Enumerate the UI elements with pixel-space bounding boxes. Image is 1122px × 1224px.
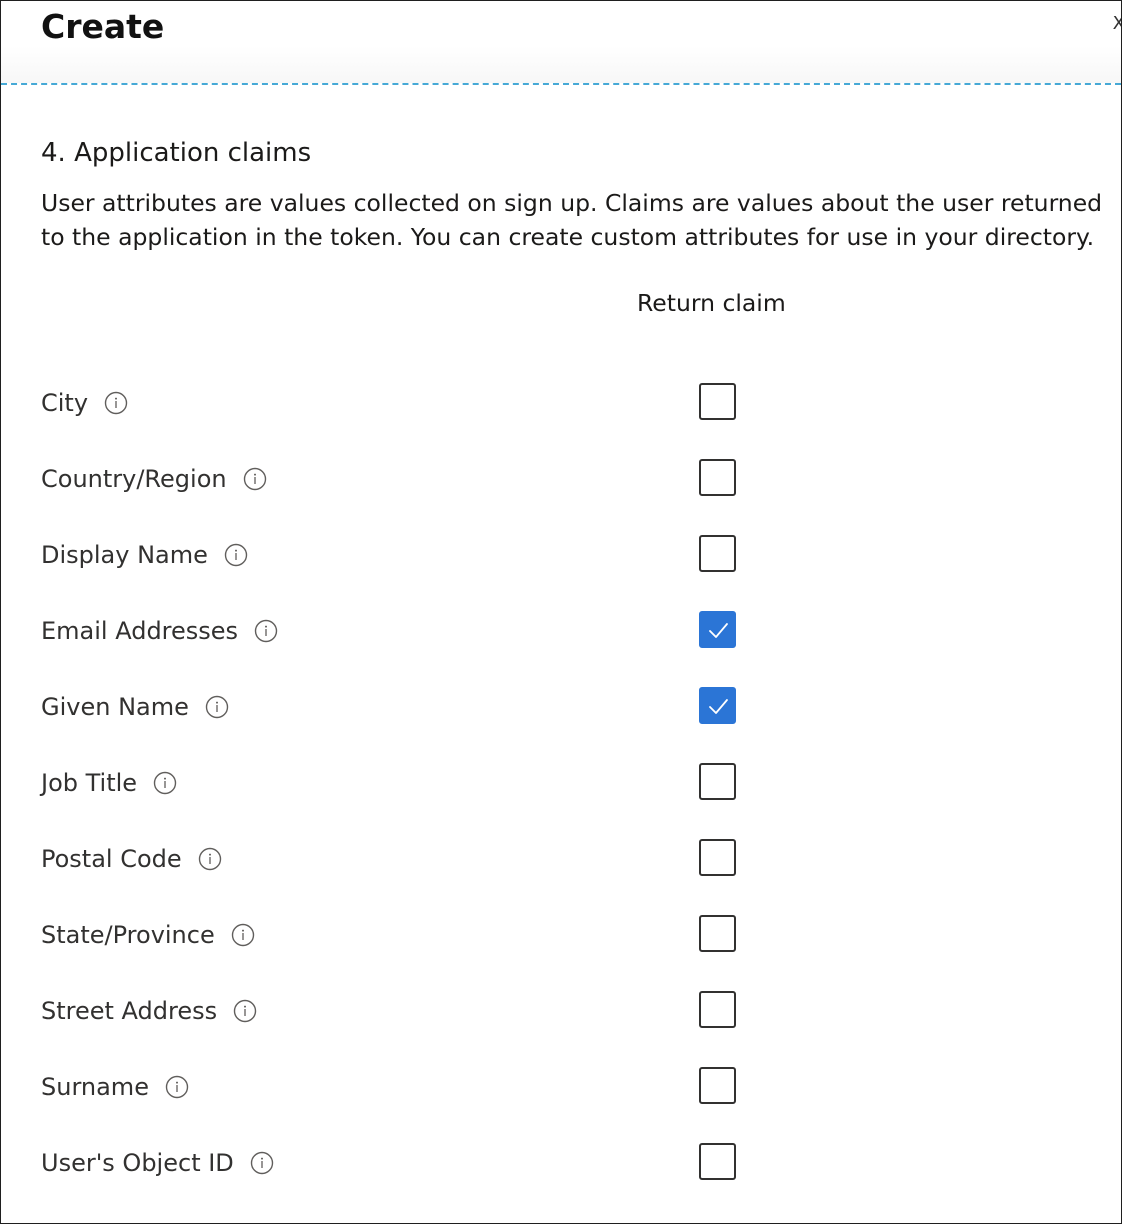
page-title: Create	[41, 7, 165, 46]
claim-row: City	[1, 373, 1121, 433]
claim-row: Email Addresses	[1, 601, 1121, 661]
claim-row: Given Name	[1, 677, 1121, 737]
info-icon[interactable]	[233, 999, 257, 1023]
checkmark-icon	[709, 699, 728, 714]
return-claim-checkbox[interactable]	[699, 1143, 736, 1180]
info-icon[interactable]	[205, 695, 229, 719]
claim-label-group: User's Object ID	[41, 1133, 274, 1193]
return-claim-checkbox[interactable]	[699, 687, 736, 724]
claim-label: State/Province	[41, 921, 215, 949]
return-claim-checkbox[interactable]	[699, 991, 736, 1028]
return-claim-checkbox[interactable]	[699, 1067, 736, 1104]
claim-label-group: Given Name	[41, 677, 229, 737]
claim-label: Postal Code	[41, 845, 182, 873]
claim-label-group: Display Name	[41, 525, 248, 585]
return-claim-column-header: Return claim	[637, 289, 786, 317]
info-icon[interactable]	[254, 619, 278, 643]
return-claim-checkbox[interactable]	[699, 839, 736, 876]
claim-label: Surname	[41, 1073, 149, 1101]
checkmark-icon	[709, 623, 728, 638]
info-icon[interactable]	[198, 847, 222, 871]
return-claim-checkbox[interactable]	[699, 611, 736, 648]
claim-row: Country/Region	[1, 449, 1121, 509]
claim-label-group: Surname	[41, 1057, 189, 1117]
claim-label: Street Address	[41, 997, 218, 1025]
claim-label-group: City	[41, 373, 128, 433]
section-description: User attributes are values collected on …	[41, 189, 1103, 251]
claim-label: Email Addresses	[41, 617, 239, 645]
claim-row: Display Name	[1, 525, 1121, 585]
claim-label: Job Title	[41, 769, 138, 797]
info-icon[interactable]	[224, 543, 248, 567]
claim-label-group: Country/Region	[41, 449, 267, 509]
claim-row: Postal Code	[1, 829, 1121, 889]
info-icon[interactable]	[250, 1151, 274, 1175]
close-icon[interactable]: X	[1113, 15, 1121, 33]
claim-label: City	[41, 389, 89, 417]
claim-label-group: Email Addresses	[41, 601, 278, 661]
return-claim-checkbox[interactable]	[699, 763, 736, 800]
return-claim-checkbox[interactable]	[699, 383, 736, 420]
info-icon[interactable]	[243, 467, 267, 491]
claim-label-group: State/Province	[41, 905, 255, 965]
return-claim-checkbox[interactable]	[699, 459, 736, 496]
claim-row: State/Province	[1, 905, 1121, 965]
section-heading: 4. Application claims	[41, 138, 312, 168]
claim-label-group: Postal Code	[41, 829, 222, 889]
claim-label: Display Name	[41, 541, 208, 569]
info-icon[interactable]	[104, 391, 128, 415]
info-icon[interactable]	[153, 771, 177, 795]
claim-label: User's Object ID	[41, 1149, 234, 1177]
return-claim-checkbox[interactable]	[699, 535, 736, 572]
return-claim-checkbox[interactable]	[699, 915, 736, 952]
claim-label-group: Job Title	[41, 753, 177, 813]
claim-row: Street Address	[1, 981, 1121, 1041]
info-icon[interactable]	[231, 923, 255, 947]
claim-label-group: Street Address	[41, 981, 257, 1041]
create-panel: Create X 4. Application claims User attr…	[0, 0, 1122, 1224]
info-icon[interactable]	[165, 1075, 189, 1099]
claim-label: Given Name	[41, 693, 189, 721]
claim-row: Job Title	[1, 753, 1121, 813]
panel-header: Create X	[1, 1, 1121, 85]
claim-row: Surname	[1, 1057, 1121, 1117]
claim-label: Country/Region	[41, 465, 227, 493]
claim-row: User's Object ID	[1, 1133, 1121, 1193]
